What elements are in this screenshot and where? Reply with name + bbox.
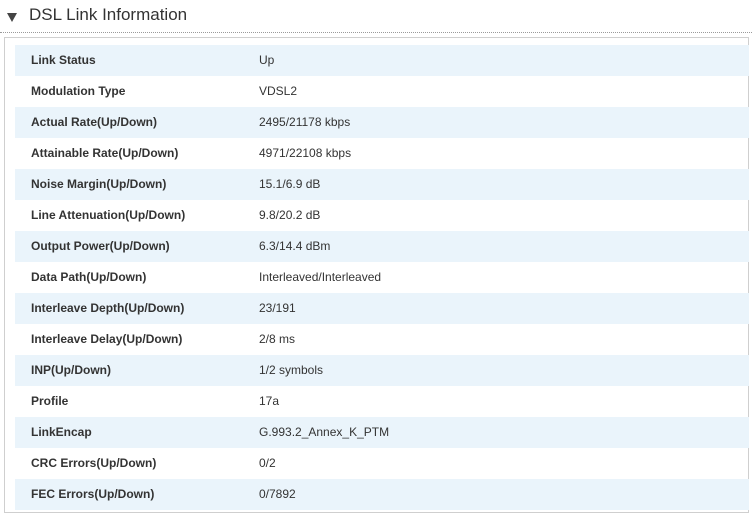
row-label: Interleave Delay(Up/Down) (31, 332, 183, 346)
section-title: DSL Link Information (29, 5, 188, 24)
table-row: Data Path(Up/Down) Interleaved/Interleav… (15, 262, 749, 293)
row-label: Profile (31, 394, 69, 408)
section-header[interactable]: DSL Link Information (0, 0, 755, 32)
row-label: Attainable Rate(Up/Down) (31, 146, 179, 160)
row-value: 2495/21178 kbps (259, 115, 351, 129)
row-value: 0/7892 (259, 487, 296, 501)
row-value: 1/2 symbols (259, 363, 324, 377)
row-label: Data Path(Up/Down) (31, 270, 147, 284)
row-value: 15.1/6.9 dB (259, 177, 321, 191)
table-row: Actual Rate(Up/Down) 2495/21178 kbps (15, 107, 749, 138)
table-row: Attainable Rate(Up/Down) 4971/22108 kbps (15, 138, 749, 169)
row-label: Modulation Type (31, 84, 126, 98)
row-label: Output Power(Up/Down) (31, 239, 170, 253)
table-row: Interleave Depth(Up/Down) 23/191 (15, 293, 749, 324)
row-label: Link Status (31, 53, 96, 67)
table-row: Modulation Type VDSL2 (15, 76, 749, 107)
row-value: G.993.2_Annex_K_PTM (259, 425, 390, 439)
row-label: CRC Errors(Up/Down) (31, 456, 157, 470)
row-label: Line Attenuation(Up/Down) (31, 208, 186, 222)
table-row: Profile 17a (15, 386, 749, 417)
table-row: Line Attenuation(Up/Down) 9.8/20.2 dB (15, 200, 749, 231)
row-label: LinkEncap (31, 425, 92, 439)
dsl-info-panel: Link Status Up Modulation Type VDSL2 Act… (4, 37, 749, 513)
table-row: FEC Errors(Up/Down) 0/7892 (15, 479, 749, 510)
table-row: LinkEncap G.993.2_Annex_K_PTM (15, 417, 749, 448)
table-row: Interleave Delay(Up/Down) 2/8 ms (15, 324, 749, 355)
row-label: Actual Rate(Up/Down) (31, 115, 157, 129)
row-value: 4971/22108 kbps (259, 146, 352, 160)
row-value: 2/8 ms (259, 332, 296, 346)
triangle-down-icon[interactable] (7, 13, 17, 22)
row-label: Noise Margin(Up/Down) (31, 177, 167, 191)
row-value: Interleaved/Interleaved (259, 270, 382, 284)
header-divider (0, 32, 752, 33)
table-row: Noise Margin(Up/Down) 15.1/6.9 dB (15, 169, 749, 200)
row-value: VDSL2 (259, 84, 298, 98)
table-row: Link Status Up (15, 45, 749, 76)
table-row: CRC Errors(Up/Down) 0/2 (15, 448, 749, 479)
row-value: 17a (259, 394, 280, 408)
row-value: 0/2 (259, 456, 276, 470)
table-row: INP(Up/Down) 1/2 symbols (15, 355, 749, 386)
row-label: INP(Up/Down) (31, 363, 111, 377)
row-value: 9.8/20.2 dB (259, 208, 321, 222)
row-label: Interleave Depth(Up/Down) (31, 301, 185, 315)
row-value: 6.3/14.4 dBm (259, 239, 331, 253)
row-label: FEC Errors(Up/Down) (31, 487, 155, 501)
info-table: Link Status Up Modulation Type VDSL2 Act… (15, 45, 749, 510)
row-value: 23/191 (259, 301, 296, 315)
table-row: Output Power(Up/Down) 6.3/14.4 dBm (15, 231, 749, 262)
row-value: Up (259, 53, 275, 67)
